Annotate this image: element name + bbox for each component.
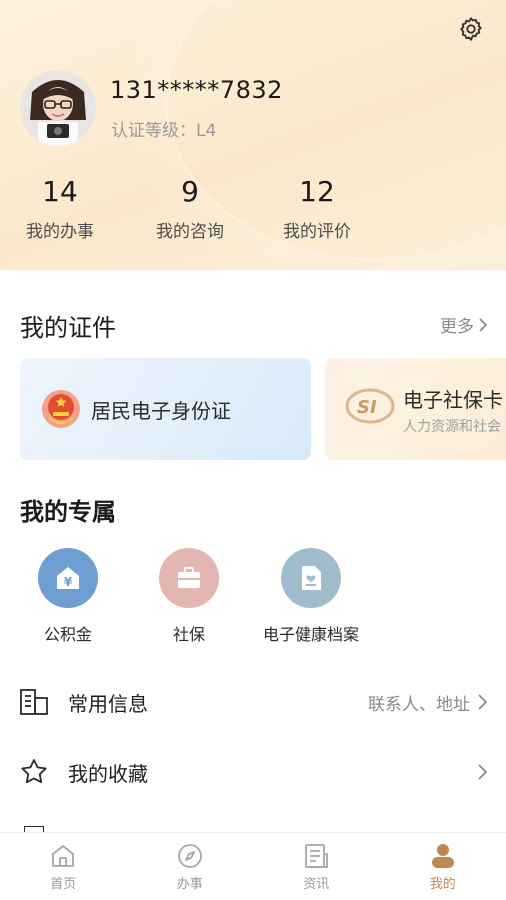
tab-label: 我的 <box>429 877 456 892</box>
card-label: 居民电子身份证 <box>91 399 231 423</box>
service-label: 社保 <box>172 625 205 644</box>
service-social-security[interactable]: 社保 <box>129 548 249 645</box>
tab-label: 办事 <box>176 877 203 892</box>
gear-icon <box>460 17 482 41</box>
stat-my-consultations[interactable]: 9 我的咨询 <box>135 175 245 242</box>
service-label: 公积金 <box>43 625 92 644</box>
stat-my-affairs[interactable]: 14 我的办事 <box>5 175 115 242</box>
chevron-right-icon <box>478 694 488 710</box>
certification-level: 认证等级：L4 <box>111 121 217 141</box>
list-item-detail: 联系人、地址 <box>368 694 470 715</box>
service-health-record[interactable]: 电子健康档案 <box>251 548 371 645</box>
social-security-card[interactable]: SI 电子社保卡 人力资源和社会 <box>325 358 506 460</box>
stat-label: 我的评价 <box>283 222 351 242</box>
service-label: 电子健康档案 <box>262 625 359 644</box>
tab-home[interactable]: 首页 <box>0 833 127 900</box>
home-icon <box>52 845 75 867</box>
list-item-label: 常用信息 <box>68 691 148 716</box>
certificates-title: 我的证件 <box>20 314 116 342</box>
profile-header: 131*****7832 认证等级：L4 14 我的办事 9 我的咨询 12 我… <box>0 0 506 270</box>
exclusive-title: 我的专属 <box>20 498 116 526</box>
stat-my-reviews[interactable]: 12 我的评价 <box>262 175 372 242</box>
social-security-logo-icon: SI <box>345 388 395 424</box>
list-item-trailing <box>476 763 488 781</box>
card-sublabel: 人力资源和社会 <box>403 419 501 435</box>
tab-label: 资讯 <box>303 877 330 892</box>
list-item-common-info[interactable]: 常用信息 联系人、地址 <box>0 672 506 732</box>
avatar[interactable] <box>20 70 96 146</box>
list-item-trailing: 联系人、地址 <box>368 690 488 715</box>
stat-label: 我的办事 <box>26 222 94 242</box>
svg-text:SI: SI <box>357 397 377 418</box>
star-icon <box>18 756 50 788</box>
list-item-favorites[interactable]: 我的收藏 <box>0 742 506 802</box>
card-label: 电子社保卡 <box>403 388 503 412</box>
chevron-right-icon <box>479 317 488 332</box>
stat-value: 14 <box>42 175 78 208</box>
phone-number: 131*****7832 <box>110 76 283 104</box>
more-label: 更多 <box>440 317 474 337</box>
service-housing-fund[interactable]: ¥ 公积金 <box>8 548 128 645</box>
national-emblem-icon <box>42 390 80 428</box>
svg-text:¥: ¥ <box>64 575 73 589</box>
chevron-right-icon <box>478 764 488 780</box>
stat-label: 我的咨询 <box>156 222 224 242</box>
stat-value: 9 <box>181 175 199 208</box>
compass-icon <box>177 844 202 868</box>
more-certificates-link[interactable]: 更多 <box>440 312 488 337</box>
stat-value: 12 <box>299 175 335 208</box>
tab-label: 首页 <box>50 877 77 892</box>
tab-news[interactable]: 资讯 <box>253 833 380 900</box>
resident-id-card[interactable]: 居民电子身份证 <box>20 358 311 460</box>
health-record-icon <box>281 548 341 608</box>
bottom-tab-bar: 首页 办事 资讯 我的 <box>0 832 506 900</box>
housing-fund-icon: ¥ <box>38 548 98 608</box>
building-icon <box>18 686 50 718</box>
user-icon <box>431 844 454 868</box>
list-item-label: 我的收藏 <box>68 761 148 786</box>
tab-affairs[interactable]: 办事 <box>127 833 254 900</box>
news-icon <box>305 844 329 868</box>
tab-mine[interactable]: 我的 <box>380 833 506 900</box>
briefcase-icon <box>159 548 219 608</box>
settings-button[interactable] <box>456 14 486 44</box>
